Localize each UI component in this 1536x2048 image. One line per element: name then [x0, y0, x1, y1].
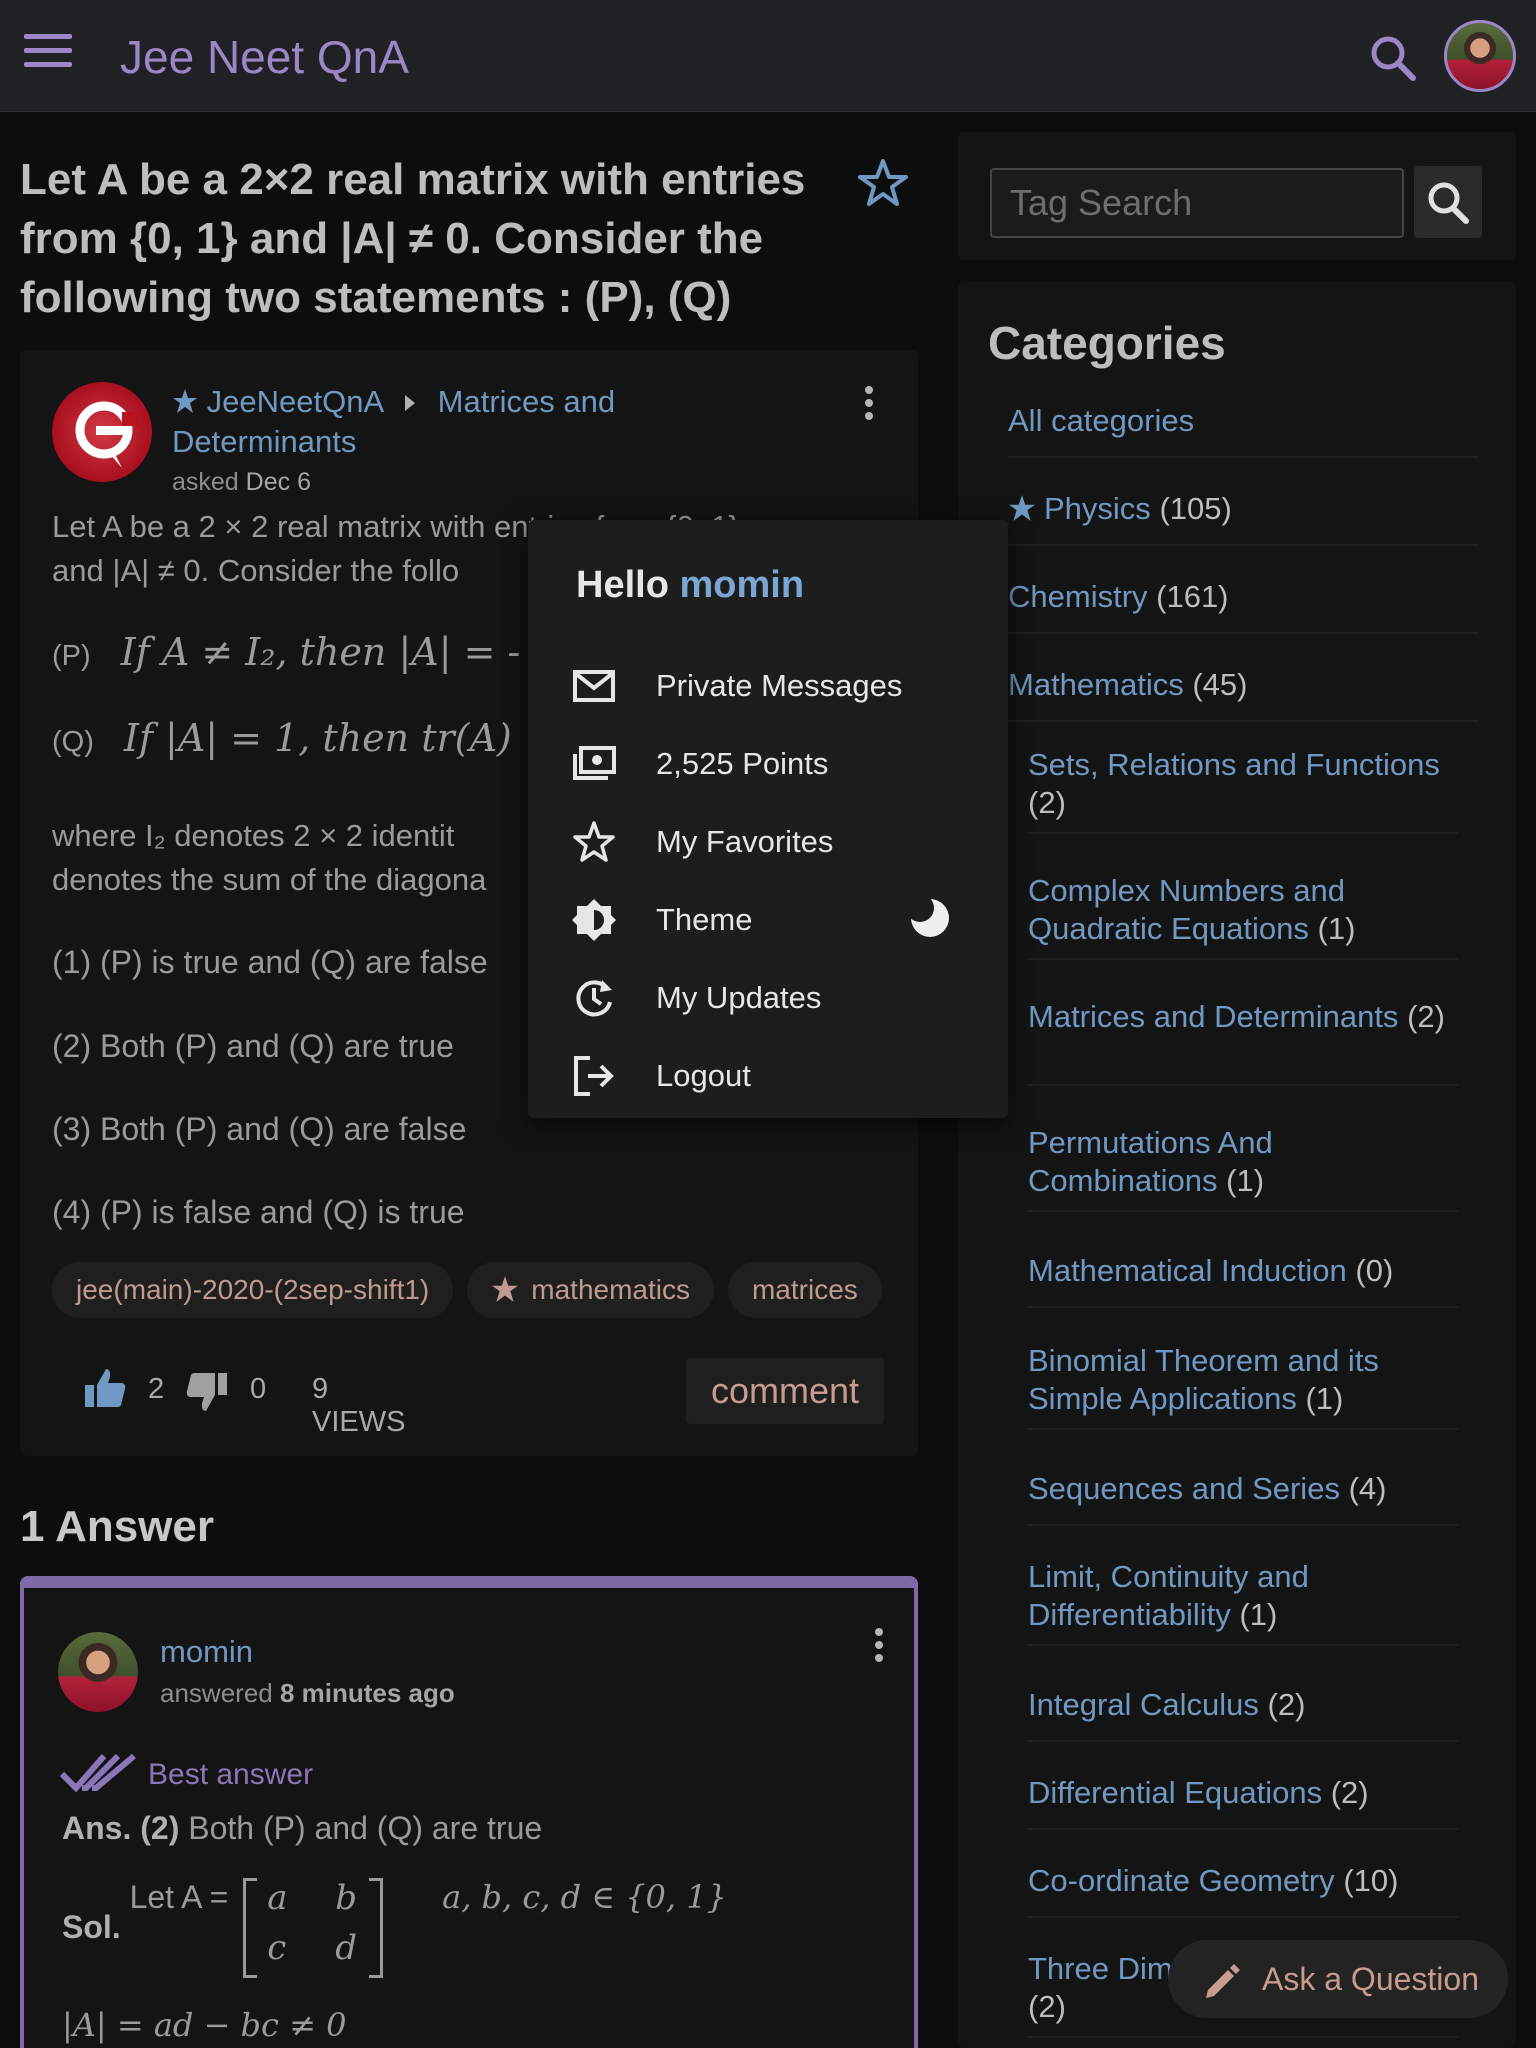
subcategory-item[interactable]: Permutations And Combinations (1) [1028, 1124, 1458, 1212]
subcategory-item[interactable]: Integral Calculus (2) [1028, 1686, 1458, 1742]
subcategory-item[interactable]: Binomial Theorem and its Simple Applicat… [1028, 1342, 1458, 1430]
menu-theme[interactable]: Theme [528, 880, 1008, 958]
upvote-count: 2 [148, 1373, 165, 1405]
pencil-icon [1206, 1964, 1240, 1998]
author-logo[interactable] [52, 382, 152, 482]
tag-chip[interactable]: matrices [727, 1262, 882, 1318]
menu-my-favorites[interactable]: My Favorites [528, 802, 1008, 880]
menu-points[interactable]: 2,525 Points [528, 724, 1008, 802]
view-count: 9 VIEWS [312, 1373, 406, 1438]
answer-card: momin answered 8 minutes ago Best answer… [20, 1576, 918, 2048]
subcategory-item[interactable]: Differential Equations (2) [1028, 1774, 1458, 1830]
top-bar: Jee Neet QnA [0, 0, 1536, 112]
moon-icon[interactable] [908, 896, 952, 940]
menu-my-updates[interactable]: My Updates [528, 958, 1008, 1036]
menu-logout[interactable]: Logout [528, 1036, 1008, 1114]
update-icon [576, 980, 612, 1017]
menu-greeting: Hello momin [576, 564, 805, 606]
categories-title: Categories [988, 317, 1226, 369]
tag-search-input[interactable] [990, 168, 1404, 238]
comment-button[interactable]: comment [686, 1358, 884, 1424]
star-icon [173, 389, 197, 413]
logout-icon [574, 1056, 614, 1096]
option-3: (3) Both (P) and (Q) are false [52, 1111, 467, 1147]
hamburger-menu-icon[interactable] [24, 34, 72, 74]
site-title[interactable]: Jee Neet QnA [120, 30, 409, 84]
subcategory-item[interactable]: Mathematical Induction (0) [1028, 1252, 1458, 1308]
envelope-icon [573, 670, 615, 702]
answer-more-icon[interactable] [874, 1628, 884, 1668]
logo-e-icon [75, 401, 140, 468]
determinant-line: |A| = ad − bc ≠ 0 [62, 2006, 347, 2044]
downvote-count: 0 [250, 1373, 267, 1405]
money-icon [573, 746, 616, 780]
answered-time: answered 8 minutes ago [160, 1678, 455, 1708]
star-outline-icon [573, 821, 615, 862]
menu-private-messages[interactable]: Private Messages [528, 646, 1008, 724]
tag-chip[interactable]: jee(main)-2020-(2sep-shift1) [52, 1262, 454, 1318]
search-icon [1428, 182, 1469, 224]
thumbs-down-icon[interactable] [184, 1369, 230, 1415]
question-more-icon[interactable] [864, 386, 874, 426]
answer-solution: Sol. Let A = a b c d a, b, c, d ∈ {0, 1} [62, 1878, 727, 1978]
user-dropdown-menu: Hello momin Private Messages 2,525 Point… [528, 520, 1008, 1118]
search-icon[interactable] [1365, 30, 1421, 86]
categories-panel: Categories All categories Physics (105) … [958, 282, 1516, 2048]
option-1: (1) (P) is true and (Q) are false [52, 944, 488, 980]
thumbs-up-icon[interactable] [82, 1365, 128, 1411]
tag-list: jee(main)-2020-(2sep-shift1) mathematics m… [52, 1262, 906, 1318]
statement-p: (P) If A ≠ I₂, then |A| = - [52, 630, 521, 674]
matrix: a b c d [243, 1878, 384, 1978]
subcategory-item[interactable]: Sets, Relations and Functions (2) [1028, 746, 1458, 834]
option-2: (2) Both (P) and (Q) are true [52, 1028, 454, 1064]
statement-q: (Q) If |A| = 1, then tr(A) [52, 716, 512, 760]
ask-question-button[interactable]: Ask a Question [1168, 1940, 1508, 2018]
subcategory-item[interactable]: Matrices and Determinants (2) [1028, 998, 1458, 1086]
answer-avatar[interactable] [58, 1632, 138, 1712]
answers-heading: 1 Answer [20, 1502, 215, 1551]
star-icon [492, 1276, 519, 1302]
caret-right-icon [405, 395, 416, 411]
question-meta: JeeNeetQnA Matrices and Determinants [172, 382, 732, 462]
category-item[interactable]: Mathematics (45) [1008, 666, 1478, 722]
subcategory-item[interactable]: Sequences and Series (4) [1028, 1470, 1458, 1526]
best-answer-label: Best answer [148, 1758, 314, 1791]
user-avatar[interactable] [1444, 20, 1516, 92]
tag-search-panel [958, 132, 1516, 260]
option-4: (4) (P) is false and (Q) is true [52, 1194, 465, 1230]
best-answer-badge: Best answer [58, 1748, 313, 1806]
subcategory-item[interactable]: Complex Numbers and Quadratic Equations … [1028, 872, 1458, 960]
question-title: Let A be a 2×2 real matrix with entries … [20, 155, 806, 322]
answer-user-link[interactable]: momin [160, 1634, 253, 1670]
brightness-icon [572, 899, 616, 941]
category-item[interactable]: Chemistry (161) [1008, 578, 1478, 634]
category-item[interactable]: Physics (105) [1008, 490, 1478, 546]
double-check-icon [59, 1753, 136, 1793]
asked-date: asked Dec 6 [172, 468, 311, 496]
star-icon [1009, 495, 1035, 521]
tag-chip-favorite[interactable]: mathematics [467, 1262, 714, 1318]
ask-question-label: Ask a Question [1262, 1961, 1479, 1997]
author-link[interactable]: JeeNeetQnA [207, 384, 383, 419]
answer-result: Ans. (2) Both (P) and (Q) are true [62, 1810, 543, 1846]
favorite-star-icon[interactable] [856, 156, 910, 210]
subcategory-item[interactable]: Co-ordinate Geometry (10) [1028, 1862, 1458, 1918]
tag-search-button[interactable] [1414, 166, 1482, 238]
subcategory-item[interactable]: Limit, Continuity and Differentiability … [1028, 1558, 1458, 1646]
category-item[interactable]: All categories [1008, 402, 1478, 458]
